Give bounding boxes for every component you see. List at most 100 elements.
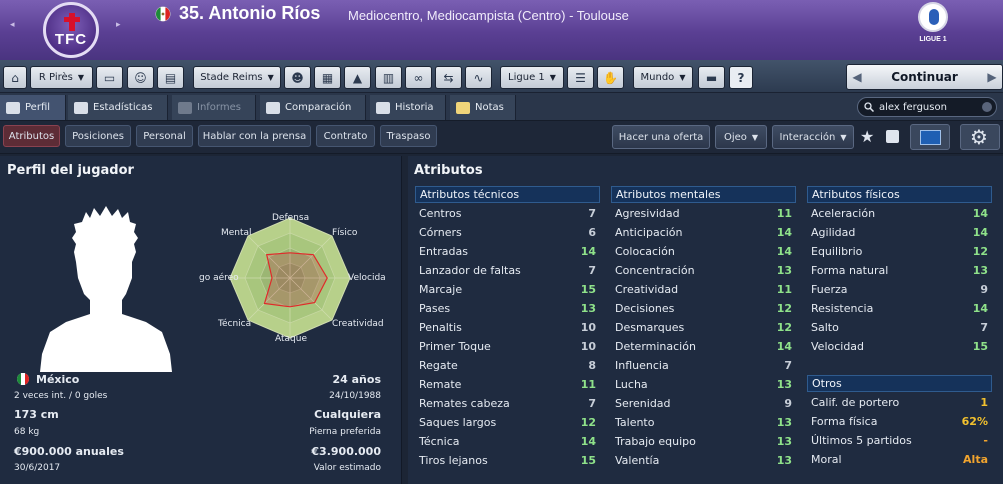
next-player-icon[interactable]: ▸	[116, 20, 121, 30]
attribute-row[interactable]: Saques largos 12	[415, 413, 600, 432]
attribute-row[interactable]: Primer Toque 10	[415, 337, 600, 356]
subtab-posiciones[interactable]: Posiciones	[65, 125, 131, 147]
scout-dropdown[interactable]: Ojeo ▼	[715, 125, 767, 149]
hand-button[interactable]: ✋	[597, 66, 624, 89]
attribute-row[interactable]: Concentración 13	[611, 261, 796, 280]
tab-comparacion[interactable]: Comparación	[260, 95, 366, 120]
ligue1-logo[interactable]: LIGUE 1	[910, 0, 956, 58]
nationality[interactable]: México	[36, 373, 79, 386]
attribute-row[interactable]: Centros 7	[415, 204, 600, 223]
subtab-atributos[interactable]: Atributos	[3, 125, 60, 147]
inbox-icon: ▭	[103, 70, 116, 85]
scouting-button[interactable]: ▤	[157, 66, 184, 89]
attribute-row[interactable]: Córners 6	[415, 223, 600, 242]
star-icon[interactable]: ★	[860, 127, 874, 146]
back-arrow-icon[interactable]: ◀	[847, 70, 867, 84]
attribute-row[interactable]: Agilidad 14	[807, 223, 992, 242]
league-dropdown[interactable]: Ligue 1 ▼	[500, 66, 564, 89]
staff-button[interactable]: ☺	[127, 66, 154, 89]
inbox-button[interactable]: ▭	[96, 66, 123, 89]
subtab-contrato[interactable]: Contrato	[316, 125, 375, 147]
attribute-row[interactable]: Colocación 14	[611, 242, 796, 261]
attribute-row[interactable]: Remates cabeza 7	[415, 394, 600, 413]
attribute-name: Valentía	[615, 454, 660, 467]
manager-dropdown[interactable]: R Pirès ▼	[30, 66, 93, 89]
tab-perfil[interactable]: Perfil	[0, 95, 66, 120]
subtab-prensa[interactable]: Hablar con la prensa	[198, 125, 311, 147]
tactics-button[interactable]: ▦	[314, 66, 341, 89]
finances-button[interactable]: ∿	[465, 66, 492, 89]
squad-button[interactable]: ☻	[284, 66, 311, 89]
attribute-row[interactable]: Influencia 7	[611, 356, 796, 375]
attribute-row[interactable]: Forma física 62%	[807, 412, 992, 431]
attribute-row[interactable]: Determinación 14	[611, 337, 796, 356]
training-button[interactable]: ▲	[344, 66, 371, 89]
club-dropdown[interactable]: Stade Reims ▼	[193, 66, 281, 89]
scout-button[interactable]: ∞	[405, 66, 432, 89]
attribute-row[interactable]: Pases 13	[415, 299, 600, 318]
make-offer-button[interactable]: Hacer una oferta	[612, 125, 710, 149]
attribute-row[interactable]: Remate 11	[415, 375, 600, 394]
view-toggle-button[interactable]	[910, 124, 950, 150]
attribute-row[interactable]: Lucha 13	[611, 375, 796, 394]
attribute-name: Penaltis	[419, 321, 462, 334]
tab-estadisticas[interactable]: Estadísticas	[68, 95, 168, 120]
search-input[interactable]: alex ferguson	[857, 97, 997, 117]
attribute-row[interactable]: Creatividad 11	[611, 280, 796, 299]
ligue1-logo-text: LIGUE 1	[919, 36, 947, 43]
staff-icon: ☺	[134, 70, 147, 85]
tab-notas[interactable]: Notas	[450, 95, 516, 120]
attribute-row[interactable]: Tiros lejanos 15	[415, 451, 600, 470]
attribute-row[interactable]: Trabajo equipo 13	[611, 432, 796, 451]
attribute-row[interactable]: Moral Alta	[807, 450, 992, 469]
attribute-row[interactable]: Resistencia 14	[807, 299, 992, 318]
club-crest[interactable]: TFC	[43, 2, 99, 58]
clear-search-icon[interactable]	[982, 102, 992, 112]
attribute-row[interactable]: Penaltis 10	[415, 318, 600, 337]
attribute-row[interactable]: Aceleración 14	[807, 204, 992, 223]
attribute-row[interactable]: Serenidad 9	[611, 394, 796, 413]
attribute-row[interactable]: Decisiones 12	[611, 299, 796, 318]
attribute-row[interactable]: Técnica 14	[415, 432, 600, 451]
player-silhouette	[40, 206, 172, 372]
attribute-row[interactable]: Entradas 14	[415, 242, 600, 261]
attribute-row[interactable]: Lanzador de faltas 7	[415, 261, 600, 280]
subtab-traspaso[interactable]: Traspaso	[380, 125, 437, 147]
transfers-button[interactable]: ⇆	[435, 66, 462, 89]
attribute-row[interactable]: Fuerza 9	[807, 280, 992, 299]
attribute-row[interactable]: Salto 7	[807, 318, 992, 337]
attribute-row[interactable]: Anticipación 14	[611, 223, 796, 242]
subtab-personal[interactable]: Personal	[136, 125, 193, 147]
attribute-value: 15	[972, 340, 988, 353]
notes-icon[interactable]	[886, 130, 899, 143]
attribute-row[interactable]: Agresividad 11	[611, 204, 796, 223]
attribute-row[interactable]: Marcaje 15	[415, 280, 600, 299]
attribute-row[interactable]: Regate 8	[415, 356, 600, 375]
list-button[interactable]: ☰	[567, 66, 594, 89]
continue-button[interactable]: ◀ Continuar ▶	[846, 64, 1003, 90]
attribute-row[interactable]: Talento 13	[611, 413, 796, 432]
scout-dropdown-label: Ojeo	[723, 131, 747, 143]
tab-historia[interactable]: Historia	[370, 95, 446, 120]
attribute-row[interactable]: Equilibrio 12	[807, 242, 992, 261]
calendar-button[interactable]: ▥	[375, 66, 402, 89]
desk-button[interactable]: ▬	[698, 66, 725, 89]
attribute-name: Creatividad	[615, 283, 679, 296]
prev-player-icon[interactable]: ◂	[10, 20, 15, 30]
settings-button[interactable]: ⚙	[960, 124, 1000, 150]
attribute-value: 9	[980, 283, 988, 296]
attribute-row[interactable]: Últimos 5 partidos -	[807, 431, 992, 450]
attribute-row[interactable]: Velocidad 15	[807, 337, 992, 356]
attribute-row[interactable]: Valentía 13	[611, 451, 796, 470]
hand-icon: ✋	[603, 70, 618, 85]
home-button[interactable]: ⌂	[3, 66, 27, 89]
interaction-dropdown[interactable]: Interacción ▼	[772, 125, 854, 149]
attribute-row[interactable]: Forma natural 13	[807, 261, 992, 280]
help-button[interactable]: ?	[729, 66, 753, 89]
attribute-row[interactable]: Calif. de portero 1	[807, 393, 992, 412]
forward-arrow-icon[interactable]: ▶	[982, 70, 1002, 84]
screen-icon	[920, 130, 941, 145]
attribute-row[interactable]: Desmarques 12	[611, 318, 796, 337]
world-dropdown[interactable]: Mundo ▼	[633, 66, 693, 89]
tab-informes[interactable]: Informes	[172, 95, 256, 120]
